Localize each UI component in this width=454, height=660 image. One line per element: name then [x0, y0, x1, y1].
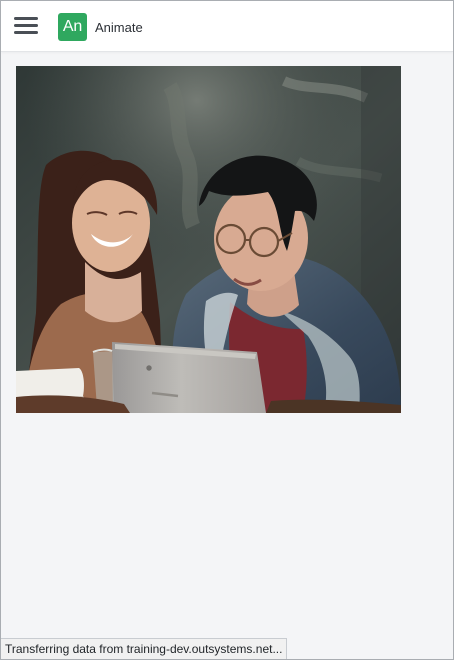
- main-photo: [16, 66, 401, 413]
- menu-bar-middle: [14, 24, 38, 27]
- app-window: An Animate Transferring data from traini…: [0, 0, 454, 660]
- app-logo[interactable]: An: [58, 13, 87, 41]
- app-header: An Animate: [1, 1, 453, 52]
- hamburger-menu-icon[interactable]: [14, 16, 38, 36]
- browser-status-bar: Transferring data from training-dev.outs…: [1, 638, 288, 659]
- menu-bar-top: [14, 17, 38, 20]
- menu-bar-bottom: [14, 31, 38, 34]
- app-title[interactable]: Animate: [95, 20, 143, 36]
